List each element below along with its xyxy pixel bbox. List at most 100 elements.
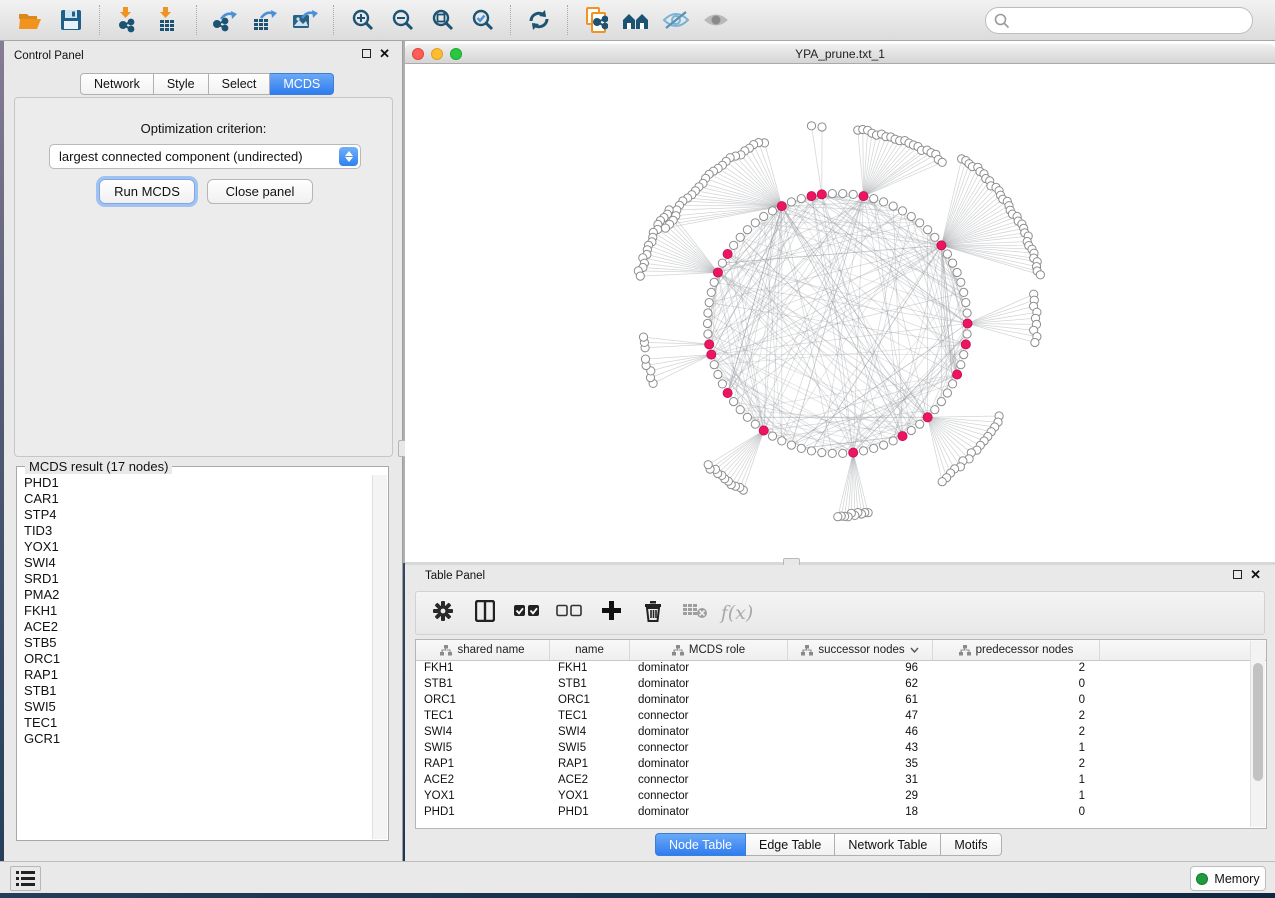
cell-name[interactable]: ORC1	[550, 693, 630, 709]
cell-successors[interactable]: 46	[788, 725, 933, 741]
cell-role[interactable]: connector	[630, 789, 788, 805]
cell-successors[interactable]: 96	[788, 661, 933, 677]
close-panel-icon[interactable]: ✕	[379, 49, 390, 58]
import-network-button[interactable]	[108, 3, 148, 37]
column-header-MCDS-role[interactable]: MCDS role	[630, 640, 788, 660]
deselect-all-button[interactable]	[556, 600, 582, 626]
memory-button[interactable]: Memory	[1190, 866, 1266, 891]
cell-predecessors[interactable]: 0	[933, 677, 1100, 693]
tab-mcds[interactable]: MCDS	[270, 73, 334, 95]
network-canvas[interactable]	[405, 64, 1275, 563]
cell-successors[interactable]: 29	[788, 789, 933, 805]
cell-role[interactable]: connector	[630, 773, 788, 789]
cell-role[interactable]: dominator	[630, 805, 788, 821]
save-session-button[interactable]	[51, 3, 91, 37]
mcds-result-item[interactable]: ACE2	[18, 619, 373, 635]
mcds-result-item[interactable]: STB1	[18, 683, 373, 699]
hide-selected-button[interactable]	[656, 3, 696, 37]
search-input[interactable]	[985, 7, 1253, 34]
table-row-SWI4[interactable]: SWI4SWI4dominator462	[416, 725, 1266, 741]
mcds-result-item[interactable]: CAR1	[18, 491, 373, 507]
cell-shared_name[interactable]: ORC1	[416, 693, 550, 709]
float-panel-icon[interactable]	[1233, 570, 1242, 579]
table-row-YOX1[interactable]: YOX1YOX1connector291	[416, 789, 1266, 805]
tab-node-table[interactable]: Node Table	[655, 833, 746, 856]
show-all-button[interactable]	[696, 3, 736, 37]
cell-role[interactable]: dominator	[630, 757, 788, 773]
cell-role[interactable]: dominator	[630, 677, 788, 693]
cell-role[interactable]: dominator	[630, 693, 788, 709]
export-table-button[interactable]	[245, 3, 285, 37]
mcds-result-item[interactable]: SWI4	[18, 555, 373, 571]
table-row-STB1[interactable]: STB1STB1dominator620	[416, 677, 1266, 693]
cell-successors[interactable]: 61	[788, 693, 933, 709]
refresh-view-button[interactable]	[519, 3, 559, 37]
mcds-result-item[interactable]: STB5	[18, 635, 373, 651]
run-mcds-button[interactable]: Run MCDS	[99, 179, 195, 204]
cell-successors[interactable]: 62	[788, 677, 933, 693]
cell-predecessors[interactable]: 2	[933, 725, 1100, 741]
column-header-name[interactable]: name	[550, 640, 630, 660]
optimization-criterion-select[interactable]: largest connected component (undirected)	[49, 144, 361, 169]
close-panel-button[interactable]: Close panel	[207, 179, 313, 204]
close-panel-icon[interactable]: ✕	[1250, 570, 1261, 579]
mcds-result-list[interactable]: PHD1CAR1STP4TID3YOX1SWI4SRD1PMA2FKH1ACE2…	[18, 475, 373, 839]
cell-successors[interactable]: 43	[788, 741, 933, 757]
cell-shared_name[interactable]: FKH1	[416, 661, 550, 677]
cell-successors[interactable]: 18	[788, 805, 933, 821]
table-row-FKH1[interactable]: FKH1FKH1dominator962	[416, 661, 1266, 677]
cell-successors[interactable]: 35	[788, 757, 933, 773]
gear-button[interactable]	[430, 600, 456, 626]
mcds-result-item[interactable]: PMA2	[18, 587, 373, 603]
mcds-result-item[interactable]: FKH1	[18, 603, 373, 619]
mcds-result-item[interactable]: SRD1	[18, 571, 373, 587]
mcds-result-item[interactable]: ORC1	[18, 651, 373, 667]
tab-edge-table[interactable]: Edge Table	[746, 833, 835, 856]
zoom-in-button[interactable]	[342, 3, 382, 37]
cell-role[interactable]: connector	[630, 741, 788, 757]
duplicate-network-button[interactable]	[576, 3, 616, 37]
mcds-result-scrollbar[interactable]	[372, 475, 387, 839]
cell-predecessors[interactable]: 2	[933, 757, 1100, 773]
cell-name[interactable]: TEC1	[550, 709, 630, 725]
cell-name[interactable]: SWI4	[550, 725, 630, 741]
cell-name[interactable]: SWI5	[550, 741, 630, 757]
mcds-result-item[interactable]: TID3	[18, 523, 373, 539]
add-button[interactable]	[598, 600, 624, 626]
cell-shared_name[interactable]: YOX1	[416, 789, 550, 805]
trash-button[interactable]	[640, 600, 666, 626]
cell-predecessors[interactable]: 1	[933, 741, 1100, 757]
table-row-SWI5[interactable]: SWI5SWI5connector431	[416, 741, 1266, 757]
cell-shared_name[interactable]: STB1	[416, 677, 550, 693]
cell-shared_name[interactable]: PHD1	[416, 805, 550, 821]
tab-motifs[interactable]: Motifs	[941, 833, 1001, 856]
cell-name[interactable]: ACE2	[550, 773, 630, 789]
cell-name[interactable]: PHD1	[550, 805, 630, 821]
table-row-PHD1[interactable]: PHD1PHD1dominator180	[416, 805, 1266, 821]
table-row-ORC1[interactable]: ORC1ORC1dominator610	[416, 693, 1266, 709]
cell-role[interactable]: dominator	[630, 725, 788, 741]
cell-shared_name[interactable]: SWI5	[416, 741, 550, 757]
tab-select[interactable]: Select	[209, 73, 271, 95]
cell-shared_name[interactable]: RAP1	[416, 757, 550, 773]
tab-network[interactable]: Network	[80, 73, 154, 95]
cell-predecessors[interactable]: 1	[933, 789, 1100, 805]
panel-list-button[interactable]	[10, 866, 41, 891]
export-image-button[interactable]	[285, 3, 325, 37]
mcds-result-item[interactable]: TEC1	[18, 715, 373, 731]
cell-role[interactable]: connector	[630, 709, 788, 725]
cell-predecessors[interactable]: 2	[933, 661, 1100, 677]
mcds-result-item[interactable]: GCR1	[18, 731, 373, 747]
cell-predecessors[interactable]: 1	[933, 773, 1100, 789]
zoom-selected-button[interactable]	[462, 3, 502, 37]
cell-name[interactable]: YOX1	[550, 789, 630, 805]
mcds-result-item[interactable]: YOX1	[18, 539, 373, 555]
table-row-ACE2[interactable]: ACE2ACE2connector311	[416, 773, 1266, 789]
tab-style[interactable]: Style	[154, 73, 209, 95]
export-network-button[interactable]	[205, 3, 245, 37]
cell-successors[interactable]: 47	[788, 709, 933, 725]
tab-network-table[interactable]: Network Table	[835, 833, 941, 856]
cell-predecessors[interactable]: 2	[933, 709, 1100, 725]
table-row-RAP1[interactable]: RAP1RAP1dominator352	[416, 757, 1266, 773]
cell-shared_name[interactable]: ACE2	[416, 773, 550, 789]
